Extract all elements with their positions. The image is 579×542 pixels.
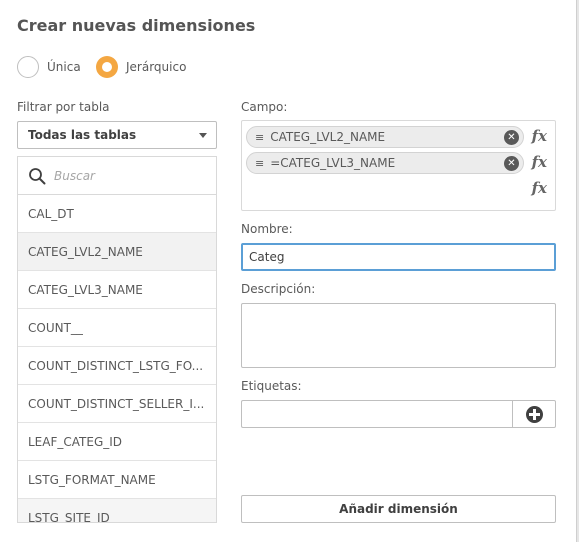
radio-jerarquico[interactable]: Jerárquico <box>96 56 186 78</box>
dialog-title: Crear nuevas dimensiones <box>17 16 256 35</box>
list-item[interactable]: CATEG_LVL3_NAME <box>18 271 216 309</box>
tags-input[interactable] <box>241 400 513 428</box>
campo-field-box[interactable]: ≡ CATEG_LVL2_NAME ✕ fx ≡ =CATEG_LVL3_NAM… <box>241 120 556 211</box>
campo-label: Campo: <box>241 100 288 114</box>
expression-fx-icon[interactable]: fx <box>532 179 547 197</box>
table-filter-value: Todas las tablas <box>28 128 137 142</box>
add-tag-button[interactable] <box>512 400 556 428</box>
drag-handle-icon[interactable]: ≡ <box>255 157 264 170</box>
descripcion-label: Descripción: <box>241 282 316 296</box>
field-chip[interactable]: ≡ CATEG_LVL2_NAME ✕ <box>246 126 524 148</box>
etiquetas-label: Etiquetas: <box>241 379 302 393</box>
tags-row <box>241 400 556 428</box>
expression-fx-icon[interactable]: fx <box>532 153 547 171</box>
search-input[interactable] <box>54 168 204 183</box>
drag-handle-icon[interactable]: ≡ <box>255 131 264 144</box>
radio-unica-label: Única <box>47 60 81 74</box>
list-item[interactable]: LEAF_CATEG_ID <box>18 423 216 461</box>
radio-jerarquico-label: Jerárquico <box>126 60 187 74</box>
list-item[interactable]: COUNT__ <box>18 309 216 347</box>
list-item[interactable]: COUNT_DISTINCT_SELLER_I... <box>18 385 216 423</box>
chevron-down-icon <box>199 133 207 138</box>
list-item[interactable]: LSTG_FORMAT_NAME <box>18 461 216 499</box>
field-list: CAL_DT CATEG_LVL2_NAME CATEG_LVL3_NAME C… <box>17 156 217 523</box>
create-dimension-dialog: Crear nuevas dimensiones Única Jerárquic… <box>0 0 579 542</box>
list-item[interactable]: LSTG_SITE_ID <box>18 499 216 522</box>
expression-fx-icon[interactable]: fx <box>532 127 547 145</box>
field-chip-label: =CATEG_LVL3_NAME <box>270 156 396 170</box>
radio-jerarquico-circle[interactable] <box>96 56 118 78</box>
name-input[interactable] <box>241 243 556 271</box>
field-search <box>18 157 216 195</box>
plus-circle-icon <box>525 405 543 423</box>
list-item[interactable]: CATEG_LVL2_NAME <box>18 233 216 271</box>
remove-icon[interactable]: ✕ <box>504 156 519 171</box>
radio-unica[interactable]: Única <box>17 56 81 78</box>
remove-icon[interactable]: ✕ <box>504 130 519 145</box>
radio-unica-circle[interactable] <box>17 56 39 78</box>
table-filter-select[interactable]: Todas las tablas <box>17 121 217 149</box>
search-icon <box>29 167 46 184</box>
field-chip[interactable]: ≡ =CATEG_LVL3_NAME ✕ <box>246 152 524 174</box>
field-chip-label: CATEG_LVL2_NAME <box>270 130 386 144</box>
description-field[interactable] <box>241 303 556 368</box>
list-item[interactable]: CAL_DT <box>18 195 216 233</box>
list-item[interactable]: COUNT_DISTINCT_LSTG_FO... <box>18 347 216 385</box>
filter-label: Filtrar por tabla <box>17 100 110 114</box>
add-dimension-button[interactable]: Añadir dimensión <box>241 495 556 523</box>
nombre-label: Nombre: <box>241 222 293 236</box>
